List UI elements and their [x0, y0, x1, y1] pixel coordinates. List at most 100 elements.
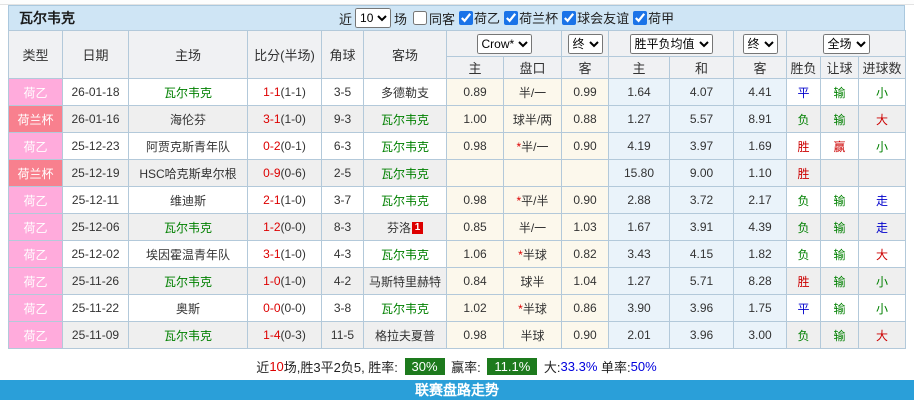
handicap-result-value: 输 [820, 240, 859, 268]
fulltime-score: 1-0 [263, 274, 281, 288]
same-venue-filter[interactable]: 同客 [409, 9, 455, 28]
odds-away: 0.90 [561, 321, 609, 349]
league-checkbox-1[interactable] [504, 10, 519, 25]
mean-draw: 4.15 [669, 240, 734, 268]
filter-bar: 近 10 场 同客 荷乙 荷兰杯 球会友谊 荷甲 [339, 6, 674, 30]
league-checkbox-2[interactable] [562, 10, 577, 25]
single-rate-value: 50% [630, 358, 657, 374]
goals-value: 大 [858, 105, 906, 133]
mean-home: 1.27 [608, 105, 670, 133]
match-row: 荷乙 26-01-18 瓦尔韦克 1-1(1-1) 3-5 多德勒支 0.89 … [8, 78, 906, 106]
mean-draw: 3.72 [669, 186, 734, 214]
league-filter-1[interactable]: 荷兰杯 [502, 8, 558, 27]
same-venue-checkbox[interactable] [413, 11, 428, 25]
same-venue-label: 同客 [429, 11, 456, 27]
mean-away: 4.41 [733, 78, 787, 106]
mean-away: 8.91 [733, 105, 787, 133]
mean-type-select[interactable]: 胜平负均值 [629, 33, 713, 54]
home-team: 瓦尔韦克 [128, 267, 248, 295]
mean-draw: 3.96 [669, 321, 734, 349]
fulltime-score: 0-0 [263, 301, 281, 315]
match-row: 荷乙 25-11-26 瓦尔韦克 1-0(1-0) 4-2 马斯特里赫特 0.8… [8, 267, 906, 295]
goals-value: 小 [858, 132, 906, 160]
odds-away: 1.04 [561, 267, 609, 295]
away-team: 芬洛 1 [363, 213, 447, 241]
mean-final-select[interactable]: 终 [742, 33, 778, 54]
away-team: 瓦尔韦克 [363, 132, 447, 160]
score-cell: 1-1(1-1) [247, 78, 322, 106]
match-date: 25-11-09 [62, 321, 129, 349]
subcol-mean-home: 主 [608, 56, 670, 79]
score-cell: 1-0(1-0) [247, 267, 322, 295]
match-row: 荷乙 25-12-06 瓦尔韦克 1-2(0-0) 8-3 芬洛 1 0.85 半… [8, 213, 906, 241]
goals-value: 小 [858, 78, 906, 106]
recent-count-select[interactable]: 10 [355, 8, 392, 28]
fulltime-score: 2-1 [263, 193, 281, 207]
league-badge: 荷乙 [8, 132, 63, 160]
handicap-result-value: 输 [820, 78, 859, 106]
goals-value: 小 [858, 294, 906, 322]
odds-home: 1.06 [446, 240, 504, 268]
result-value: 负 [786, 105, 821, 133]
odds-final-select[interactable]: 终 [567, 33, 603, 54]
mean-draw: 3.96 [669, 294, 734, 322]
halftime-score: (1-0) [280, 112, 306, 126]
subcol-goals: 进球数 [858, 56, 906, 79]
league-filter-0[interactable]: 荷乙 [457, 8, 500, 27]
league-badge: 荷乙 [8, 294, 63, 322]
col-header-corner: 角球 [321, 30, 364, 79]
handicap-value: 半/一 [503, 213, 562, 241]
odds-away [561, 159, 609, 187]
league-badge: 荷兰杯 [8, 105, 63, 133]
odds-company-cell: Crow* [446, 30, 562, 57]
red-card-badge: 1 [412, 221, 423, 234]
halftime-score: (1-1) [280, 85, 306, 99]
home-team: HSC哈克斯卑尔根 [128, 159, 248, 187]
matches-label: 场 [394, 11, 408, 27]
result-value: 胜 [786, 267, 821, 295]
league-checkbox-0[interactable] [459, 10, 474, 25]
title-bar: 瓦尔韦克 近 10 场 同客 荷乙 荷兰杯 球会友谊 荷甲 [8, 5, 905, 30]
summary-middle: 场,胜3平2负5, 胜率: [283, 359, 402, 375]
win-rate-badge: 30% [404, 357, 445, 375]
result-value: 平 [786, 78, 821, 106]
halftime-score: (0-3) [280, 328, 306, 342]
goals-value: 大 [858, 321, 906, 349]
handicap-result-value: 输 [820, 213, 859, 241]
score-cell: 1-2(0-0) [247, 213, 322, 241]
corners-value: 4-3 [321, 240, 364, 268]
corners-value: 6-3 [321, 132, 364, 160]
corners-value: 2-5 [321, 159, 364, 187]
halftime-score: (1-0) [280, 274, 306, 288]
summary-bar: 近 10 场,胜3平2负5, 胜率: 30% 赢率: 11.1% 大: 33.3% 单… [8, 349, 905, 383]
odds-home: 0.98 [446, 132, 504, 160]
match-date: 26-01-16 [62, 105, 129, 133]
mean-home: 4.19 [608, 132, 670, 160]
corners-value: 9-3 [321, 105, 364, 133]
corners-value: 8-3 [321, 213, 364, 241]
team-title: 瓦尔韦克 [19, 10, 75, 26]
goals-value: 走 [858, 186, 906, 214]
home-team: 瓦尔韦克 [128, 78, 248, 106]
match-row: 荷乙 25-11-09 瓦尔韦克 1-4(0-3) 11-5 格拉夫夏普 0.9… [8, 321, 906, 349]
profit-label: 赢率: [447, 359, 485, 375]
league-label-0: 荷乙 [474, 11, 501, 27]
mean-home: 15.80 [608, 159, 670, 187]
odds-away: 1.03 [561, 213, 609, 241]
halftime-score: (0-1) [280, 139, 306, 153]
scope-select[interactable]: 全场 [822, 33, 870, 54]
match-row: 荷兰杯 26-01-16 海伦芬 3-1(1-0) 9-3 瓦尔韦克 1.00 … [8, 105, 906, 133]
league-label-3: 荷甲 [648, 11, 675, 27]
league-checkbox-3[interactable] [633, 10, 648, 25]
league-filter-2[interactable]: 球会友谊 [560, 8, 629, 27]
score-cell: 2-1(1-0) [247, 186, 322, 214]
mean-home: 3.90 [608, 294, 670, 322]
mean-home: 2.01 [608, 321, 670, 349]
away-team: 马斯特里赫特 [363, 267, 447, 295]
odds-company-select[interactable]: Crow* [476, 33, 532, 54]
league-filter-3[interactable]: 荷甲 [631, 8, 674, 27]
mean-away: 4.39 [733, 213, 787, 241]
halftime-score: (0-6) [280, 166, 306, 180]
result-value: 负 [786, 240, 821, 268]
corners-value: 3-7 [321, 186, 364, 214]
